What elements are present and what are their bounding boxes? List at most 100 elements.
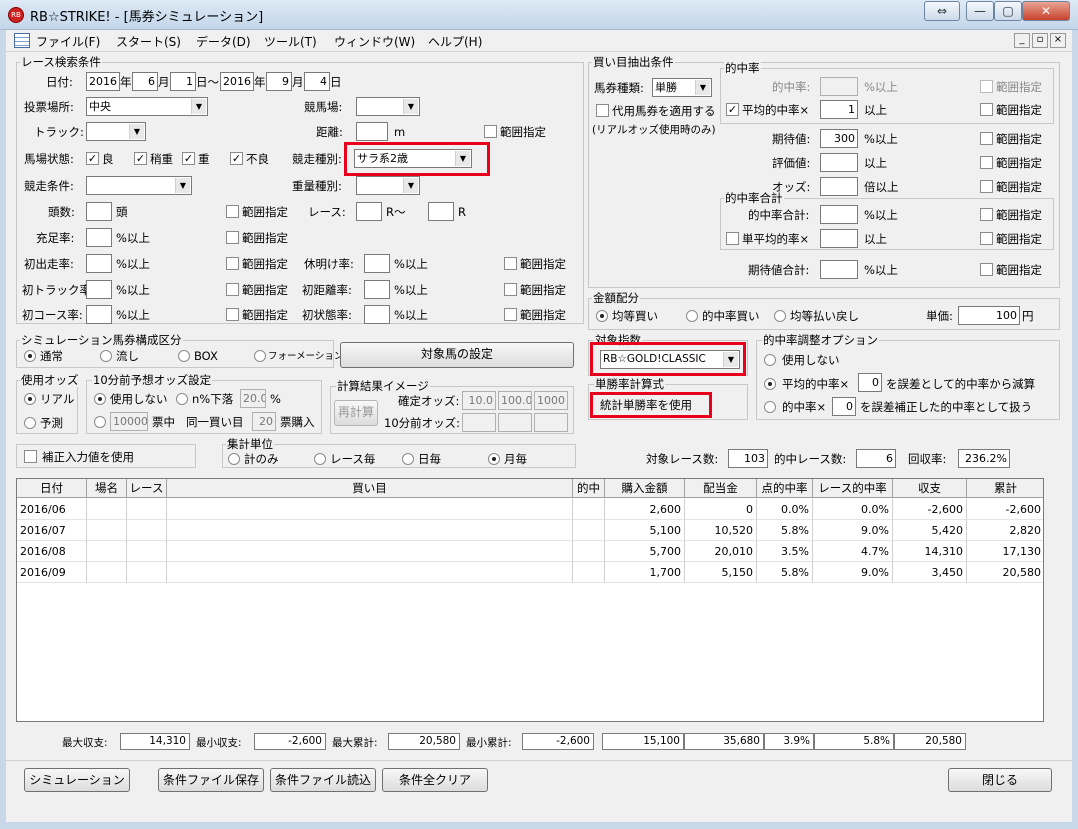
odds10-n-field[interactable]: 20.0 [240,389,266,408]
agg-total-radio[interactable] [228,453,240,465]
heads-field[interactable] [86,202,112,221]
cell-point-hit-rate[interactable]: 5.8% [757,520,813,541]
first-course-field[interactable] [86,305,112,324]
exp-total-range-checkbox[interactable] [980,263,993,276]
cell-point-hit-rate[interactable]: 3.5% [757,541,813,562]
cell-hit[interactable] [573,520,605,541]
track-combo[interactable]: ▼ [86,122,146,141]
adjust-avg-radio[interactable] [764,378,776,390]
col-header-hit[interactable]: 的中 [573,479,605,498]
col-header-point-hit-rate[interactable]: 点的中率 [757,479,813,498]
first-course-range-checkbox[interactable] [226,308,239,321]
going-yielding-checkbox[interactable]: ✓ [134,152,147,165]
cell-profit[interactable]: 5,420 [893,520,967,541]
target-horse-button[interactable]: 対象馬の設定 [340,342,574,368]
first-run-field[interactable] [86,254,112,273]
menu-start[interactable]: スタート(S) [116,33,181,50]
correction-checkbox[interactable] [24,450,37,463]
adjust-none-radio[interactable] [764,354,776,366]
money-equal-radio[interactable] [596,310,608,322]
cell-race[interactable] [127,520,167,541]
avg-hit-field[interactable]: 1 [820,100,858,119]
menu-data[interactable]: データ(D) [196,33,251,50]
cell-profit[interactable]: 14,310 [893,541,967,562]
hit-sum-field[interactable] [820,205,858,224]
cell-race-hit-rate[interactable]: 9.0% [813,562,893,583]
cell-hit[interactable] [573,562,605,583]
results-grid[interactable]: 日付 場名 レース 買い目 的中 購入金額 配当金 点的中率 レース的中率 収支 累計 2016/06… [16,478,1044,722]
cell-point-hit-rate[interactable]: 0.0% [757,499,813,520]
score-field[interactable] [820,153,858,172]
cell-purchase[interactable]: 2,600 [605,499,685,520]
odds10-none-radio[interactable] [94,393,106,405]
sim-box-radio[interactable] [178,350,190,362]
cell-purchase[interactable]: 5,100 [605,520,685,541]
odds10-amount-field[interactable]: 10000 [110,412,148,431]
agg-race-radio[interactable] [314,453,326,465]
cell-venue[interactable] [87,520,127,541]
cell-cumulative[interactable]: 2,820 [967,520,1043,541]
odds10-count-field[interactable]: 20 [252,412,276,431]
mdi-close-button[interactable]: × [1050,33,1066,48]
restore-size-icon[interactable]: ⇔ [924,1,960,21]
cell-profit[interactable]: 3,450 [893,562,967,583]
col-header-date[interactable]: 日付 [17,479,87,498]
first-state-range-checkbox[interactable] [504,308,517,321]
hit-rate-range-checkbox[interactable] [980,80,993,93]
first-run-range-checkbox[interactable] [226,257,239,270]
close-button[interactable]: 閉じる [948,768,1052,792]
mdi-minimize-button[interactable]: _ [1014,33,1030,48]
cell-selection[interactable] [167,541,573,562]
date-to-day[interactable]: 4 [304,72,330,91]
weight-combo[interactable]: ▼ [356,176,420,195]
col-header-race-hit-rate[interactable]: レース的中率 [813,479,893,498]
cell-venue[interactable] [87,562,127,583]
menu-help[interactable]: ヘルプ(H) [428,33,482,50]
col-header-payout[interactable]: 配当金 [685,479,757,498]
odds10-npct-radio[interactable] [176,393,188,405]
cell-hit[interactable] [573,499,605,520]
race-cond-combo[interactable]: ▼ [86,176,192,195]
going-heavy-checkbox[interactable]: ✓ [182,152,195,165]
score-range-checkbox[interactable] [980,156,993,169]
cell-purchase[interactable]: 5,700 [605,541,685,562]
adjust-hit-radio[interactable] [764,401,776,413]
course-combo[interactable]: ▼ [356,97,420,116]
cell-race-hit-rate[interactable]: 0.0% [813,499,893,520]
heads-range-checkbox[interactable] [226,205,239,218]
cell-selection[interactable] [167,562,573,583]
cell-hit[interactable] [573,541,605,562]
date-to-month[interactable]: 9 [266,72,292,91]
odds-predict-radio[interactable] [24,417,36,429]
single-avg-field[interactable] [820,229,858,248]
sim-nagashi-radio[interactable] [100,350,112,362]
cell-date[interactable]: 2016/09 [17,562,87,583]
menu-window[interactable]: ウィンドウ(W) [334,33,415,50]
cell-cumulative[interactable]: -2,600 [967,499,1043,520]
maximize-button[interactable]: ▢ [994,1,1022,21]
cell-date[interactable]: 2016/08 [17,541,87,562]
distance-range-checkbox[interactable] [484,125,497,138]
cell-race-hit-rate[interactable]: 9.0% [813,520,893,541]
cell-payout[interactable]: 5,150 [685,562,757,583]
going-bad-checkbox[interactable]: ✓ [230,152,243,165]
cell-payout[interactable]: 10,520 [685,520,757,541]
expect-range-checkbox[interactable] [980,132,993,145]
substitute-checkbox[interactable] [596,104,609,117]
avg-hit-checkbox[interactable]: ✓ [726,103,739,116]
col-header-profit[interactable]: 収支 [893,479,967,498]
recalc-button[interactable]: 再計算 [334,400,378,426]
mdi-restore-button[interactable]: ▫ [1032,33,1048,48]
sim-formation-radio[interactable] [254,350,266,362]
save-conditions-button[interactable]: 条件ファイル保存 [158,768,264,792]
cell-purchase[interactable]: 1,700 [605,562,685,583]
rest-field[interactable] [364,254,390,273]
fill-field[interactable] [86,228,112,247]
venue-combo[interactable]: 中央 ▼ [86,97,208,116]
cell-payout[interactable]: 0 [685,499,757,520]
close-window-button[interactable]: ✕ [1022,1,1070,21]
col-header-race[interactable]: レース [127,479,167,498]
first-dist-field[interactable] [364,280,390,299]
money-payout-radio[interactable] [774,310,786,322]
fill-range-checkbox[interactable] [226,231,239,244]
